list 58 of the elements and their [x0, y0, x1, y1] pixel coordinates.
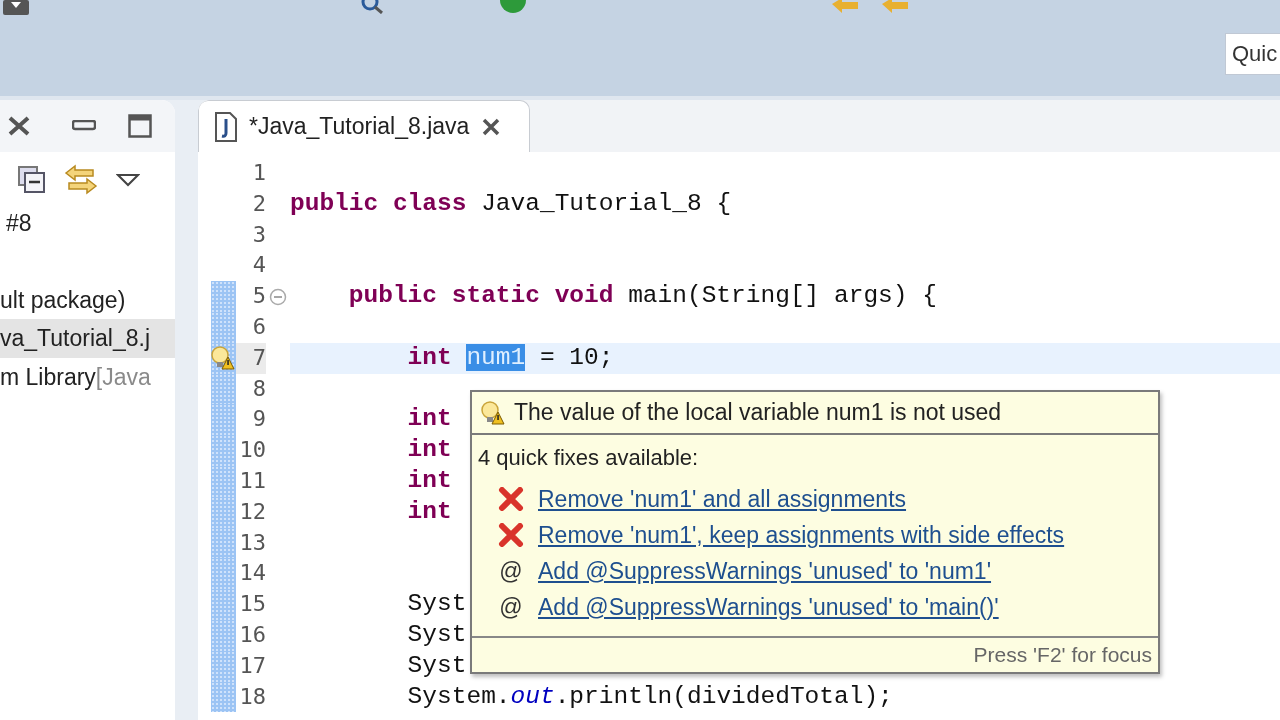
quick-fix-link[interactable]: Add @SuppressWarnings 'unused' to 'num1' [538, 557, 992, 585]
annotation-symbol: @ [498, 557, 524, 585]
code-line: int [406, 497, 452, 525]
problem-message: The value of the local variable num1 is not used [514, 399, 1002, 426]
line-number: 6 [251, 313, 266, 341]
maximize-icon[interactable] [128, 114, 152, 138]
line-number: 1 [251, 159, 266, 187]
code-line: int [406, 405, 452, 433]
line-number: 15 [238, 590, 266, 619]
remove-cross-icon [498, 487, 524, 511]
link-arrows-icon[interactable] [64, 164, 98, 196]
quick-access-field[interactable]: Quic [1225, 33, 1280, 75]
annotation-symbol: @ [498, 593, 524, 621]
line-number: 7 [236, 342, 266, 374]
code-line: int [406, 436, 452, 464]
focus-hint: Press 'F2' for focus [973, 643, 1152, 667]
line-number: 5 [251, 282, 266, 311]
line-number: 12 [238, 497, 266, 526]
tree-item-detail: [Java [95, 363, 151, 390]
java-file-icon [215, 111, 237, 142]
minimize-icon[interactable] [72, 120, 96, 132]
code-line: int num1 = 10; [406, 343, 614, 371]
code-line: int [406, 466, 452, 494]
line-number: 3 [251, 220, 266, 249]
line-number: 4 [251, 251, 266, 280]
line-number: 18 [238, 682, 266, 711]
quick-fix-count: 4 quick fixes available: [478, 445, 700, 471]
line-number: 14 [238, 559, 266, 588]
line-number: 13 [238, 528, 266, 557]
close-icon[interactable] [481, 116, 502, 137]
line-number: 10 [238, 436, 266, 465]
quick-fix-link[interactable]: Remove 'num1' and all assignments [538, 485, 907, 513]
line-number: 2 [251, 189, 266, 218]
editor-tab[interactable]: *Java_Tutorial_8.java [198, 100, 530, 152]
code-line: public static void main(String[] args) { [347, 282, 937, 310]
line-number: 16 [238, 620, 266, 649]
code-line: Syst [406, 651, 467, 679]
line-number: 9 [251, 405, 266, 434]
tree-item[interactable]: m Library[Java [0, 357, 175, 396]
code-line: System.out.println(dividedTotal); [406, 682, 893, 710]
tree-item[interactable]: #8 [0, 204, 175, 243]
code-line: Syst [406, 590, 467, 618]
quick-fix-link[interactable]: Remove 'num1', keep assignments with side effects [538, 521, 1065, 549]
collapse-all-icon[interactable] [18, 166, 46, 194]
remove-cross-icon [498, 523, 524, 547]
quick-fix-link[interactable]: Add @SuppressWarnings 'unused' to 'main()' [538, 593, 999, 621]
search-icon[interactable] [360, 0, 386, 14]
line-number: 8 [251, 374, 266, 403]
tree-item[interactable]: va_Tutorial_8.j [0, 319, 175, 358]
dropdown-icon[interactable] [116, 173, 140, 187]
line-number: 17 [238, 651, 266, 680]
close-icon[interactable] [6, 114, 32, 138]
warning-lightbulb-icon [480, 399, 506, 426]
tree-item[interactable]: ult package) [0, 280, 175, 319]
code-line: public class Java_Tutorial_8 { [290, 189, 732, 217]
download-icon[interactable] [2, 0, 30, 16]
code-line: Syst [406, 620, 467, 648]
line-number: 11 [238, 466, 266, 495]
